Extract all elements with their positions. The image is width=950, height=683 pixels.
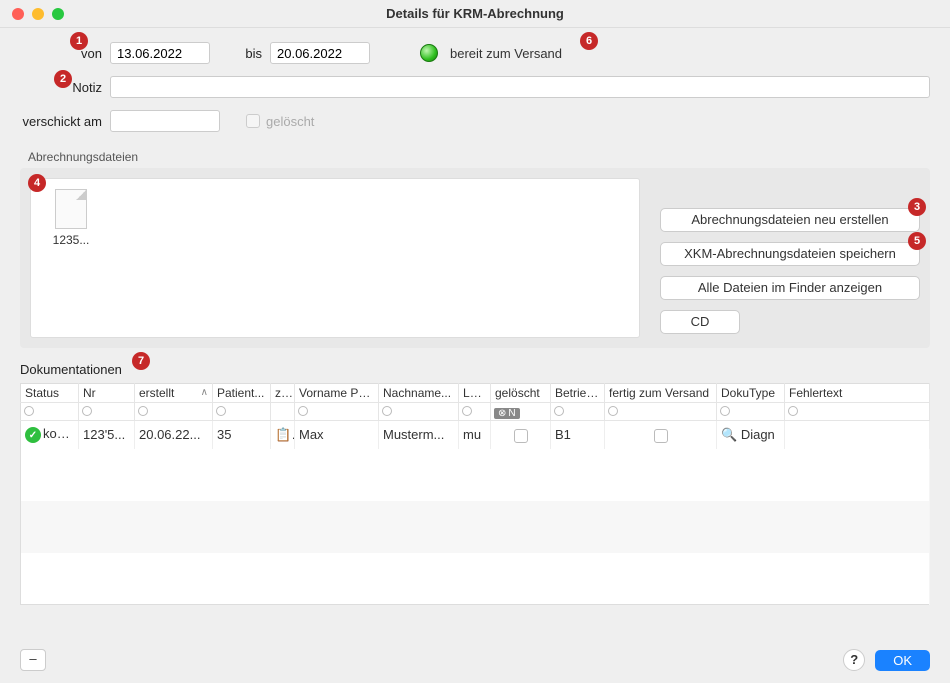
table-row: [21, 449, 930, 501]
von-label: 1 von: [20, 46, 110, 61]
fertig-cell-checkbox[interactable]: [654, 429, 668, 443]
col-betrieb[interactable]: Betrieb...: [551, 384, 605, 403]
table-row: [21, 501, 930, 553]
ok-button[interactable]: OK: [875, 650, 930, 671]
magnify-icon: 🔍: [721, 427, 737, 442]
geloescht-label: gelöscht: [266, 114, 314, 129]
badge-1: 1: [70, 32, 88, 50]
window: Details für KRM-Abrechnung 1 von bis ber…: [0, 0, 950, 683]
col-vorname[interactable]: Vorname Pa...: [295, 384, 379, 403]
zoom-icon[interactable]: [52, 8, 64, 20]
status-ok-icon: ✓: [25, 427, 41, 443]
close-icon[interactable]: [12, 8, 24, 20]
badge-7: 7: [132, 352, 150, 370]
col-erstellt[interactable]: erstellt∧: [135, 384, 213, 403]
date-row: 1 von bis bereit zum Versand 6: [20, 42, 930, 64]
table-row: [21, 553, 930, 605]
notiz-label: 2 Notiz: [20, 80, 110, 95]
col-patient[interactable]: Patient...: [213, 384, 271, 403]
badge-2: 2: [54, 70, 72, 88]
file-name: 1235...: [41, 233, 101, 247]
filter-row: ⊗ N: [21, 403, 930, 421]
abrechnung-panel: 4 1235... 3 Abrechnungsdateien neu erste…: [20, 168, 930, 348]
filter-lei[interactable]: [462, 406, 472, 416]
col-fehler[interactable]: Fehlertext: [785, 384, 930, 403]
filter-vorname[interactable]: [298, 406, 308, 416]
file-item[interactable]: 1235...: [41, 189, 101, 247]
file-icon: [55, 189, 87, 229]
notiz-input[interactable]: [110, 76, 930, 98]
remove-button[interactable]: –: [20, 649, 46, 671]
filter-nr[interactable]: [82, 406, 92, 416]
filter-geloescht-active[interactable]: ⊗ N: [494, 408, 520, 419]
badge-4: 4: [28, 174, 46, 192]
dokumentationen-label: Dokumentationen 7: [20, 362, 122, 377]
badge-6: 6: [580, 32, 598, 50]
filter-fertig[interactable]: [608, 406, 618, 416]
sort-asc-icon: ∧: [201, 387, 208, 398]
verschickt-label: verschickt am: [20, 114, 110, 129]
col-z[interactable]: z...: [271, 384, 295, 403]
button-column: 3 Abrechnungsdateien neu erstellen 5 XKM…: [660, 178, 920, 338]
filter-fehler[interactable]: [788, 406, 798, 416]
badge-3: 3: [908, 198, 926, 216]
filter-erstellt[interactable]: [138, 406, 148, 416]
file-area[interactable]: 1235...: [30, 178, 640, 338]
col-status[interactable]: Status: [21, 384, 79, 403]
filter-dokutype[interactable]: [720, 406, 730, 416]
col-nr[interactable]: Nr: [79, 384, 135, 403]
filter-nachname[interactable]: [382, 406, 392, 416]
clipboard-icon: 📋: [271, 421, 295, 449]
status-text: bereit zum Versand 6: [450, 46, 562, 61]
titlebar: Details für KRM-Abrechnung: [0, 0, 950, 28]
recreate-button[interactable]: Abrechnungsdateien neu erstellen: [660, 208, 920, 232]
badge-5: 5: [908, 232, 926, 250]
geloescht-cell-checkbox[interactable]: [514, 429, 528, 443]
traffic-lights: [0, 8, 64, 20]
geloescht-checkbox: [246, 114, 260, 128]
window-title: Details für KRM-Abrechnung: [0, 6, 950, 21]
status-orb-icon: [420, 44, 438, 62]
doku-table: Status Nr erstellt∧ Patient... z... Vorn…: [20, 383, 930, 605]
filter-status[interactable]: [24, 406, 34, 416]
verschickt-row: verschickt am gelöscht: [20, 110, 930, 132]
col-fertig[interactable]: fertig zum Versand: [605, 384, 717, 403]
xkm-save-button[interactable]: XKM-Abrechnungsdateien speichern: [660, 242, 920, 266]
col-geloescht[interactable]: gelöscht: [491, 384, 551, 403]
notiz-row: 2 Notiz: [20, 76, 930, 98]
footer: – ? OK: [20, 649, 930, 671]
table-header-row: Status Nr erstellt∧ Patient... z... Vorn…: [21, 384, 930, 403]
von-input[interactable]: [110, 42, 210, 64]
minimize-icon[interactable]: [32, 8, 44, 20]
col-lei[interactable]: Lei...: [459, 384, 491, 403]
col-dokutype[interactable]: DokuType: [717, 384, 785, 403]
verschickt-input[interactable]: [110, 110, 220, 132]
col-nachname[interactable]: Nachname...: [379, 384, 459, 403]
content: 1 von bis bereit zum Versand 6 2 Notiz v…: [0, 28, 950, 605]
show-finder-button[interactable]: Alle Dateien im Finder anzeigen: [660, 276, 920, 300]
table-row[interactable]: ✓komp 123'5... 20.06.22... 35 📋 Max Must…: [21, 421, 930, 449]
filter-betrieb[interactable]: [554, 406, 564, 416]
bis-input[interactable]: [270, 42, 370, 64]
help-button[interactable]: ?: [843, 649, 865, 671]
abrechnung-label: Abrechnungsdateien: [28, 150, 930, 164]
filter-patient[interactable]: [216, 406, 226, 416]
bis-label: bis: [210, 46, 270, 61]
cd-button[interactable]: CD: [660, 310, 740, 334]
